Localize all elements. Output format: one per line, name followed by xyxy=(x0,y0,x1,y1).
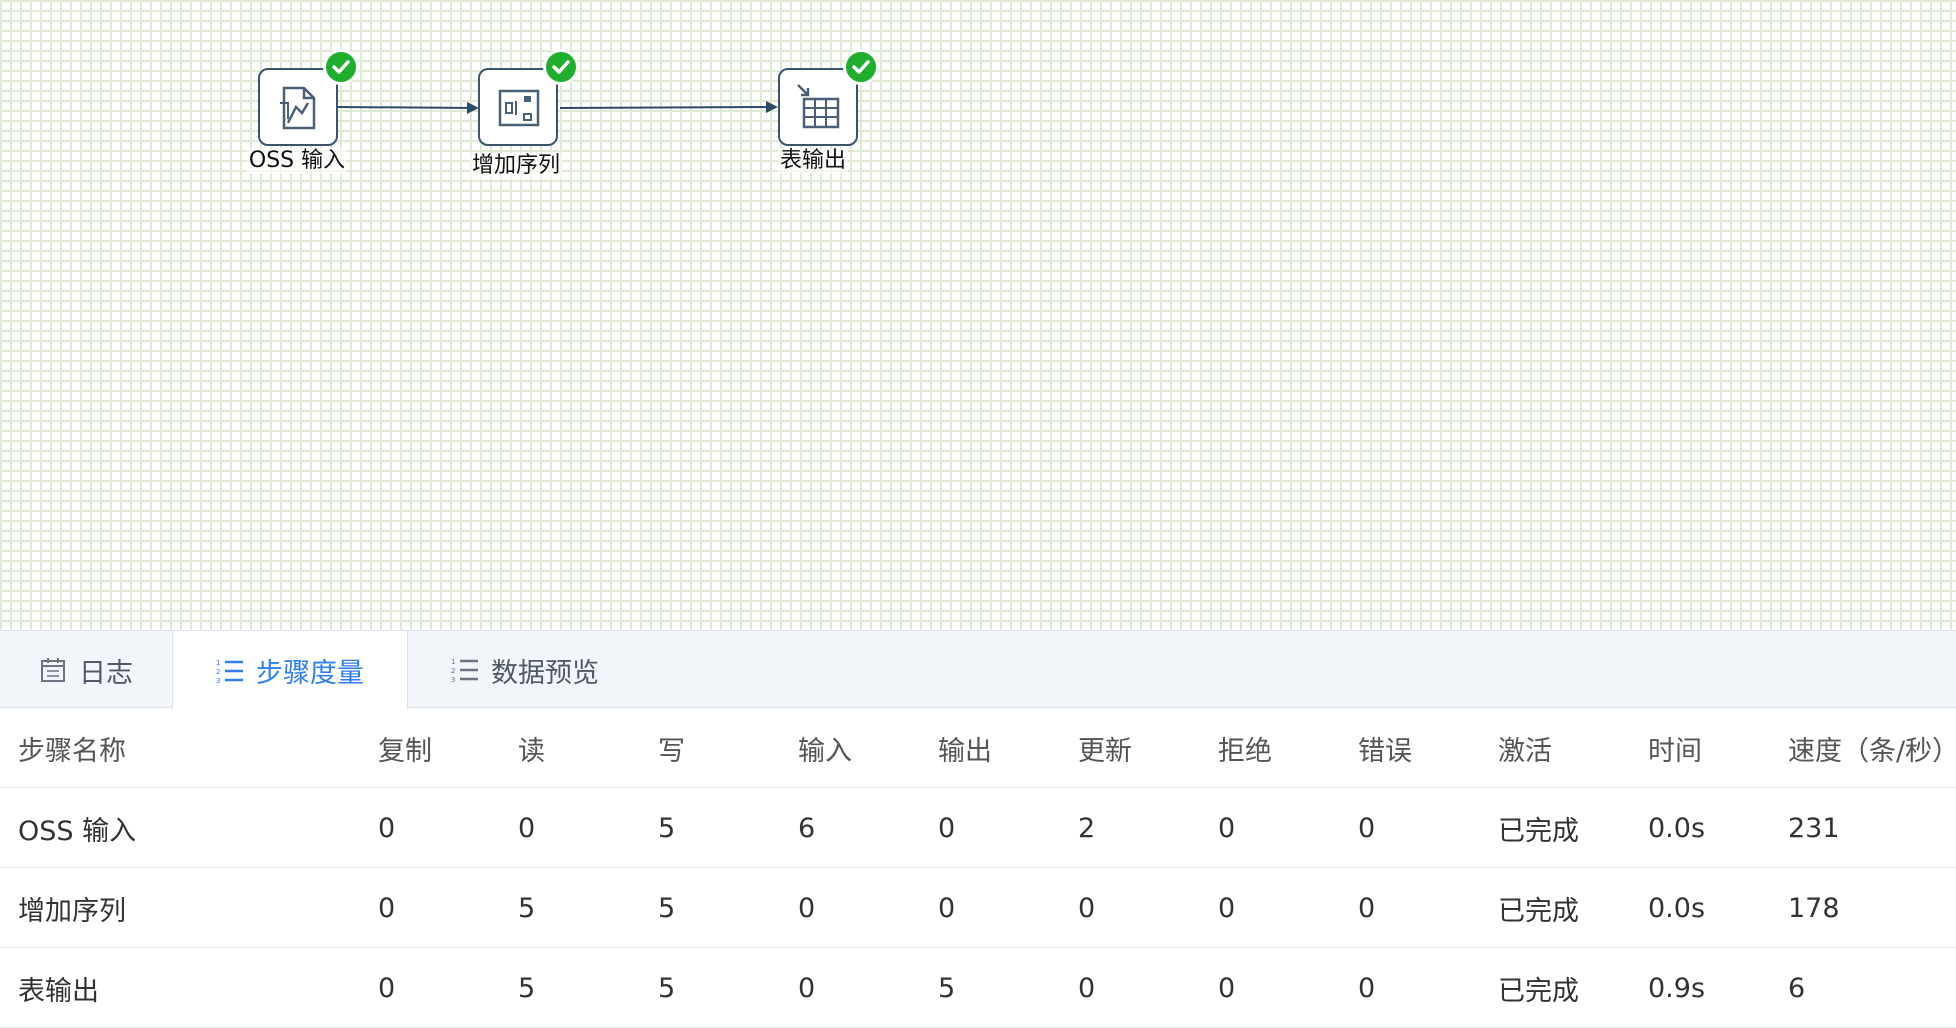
cell-write: 5 xyxy=(658,972,676,1004)
cell-read: 0 xyxy=(518,812,536,844)
svg-text:3: 3 xyxy=(451,676,455,684)
svg-text:1: 1 xyxy=(216,659,220,667)
column-header[interactable]: 拒绝 xyxy=(1218,708,1272,788)
column-header[interactable]: 更新 xyxy=(1078,708,1132,788)
step-label-table-output: 表输出 xyxy=(777,148,849,174)
cell-speed: 231 xyxy=(1788,812,1840,844)
step-metrics-table: 步骤名称 复制 读 写 输入 输出 更新 拒绝 错误 激活 时间 速度（条/秒）… xyxy=(0,708,1956,1028)
tab-step-metrics[interactable]: 1 2 3 步骤度量 xyxy=(172,631,408,710)
tab-data-preview[interactable]: 1 2 3 数据预览 xyxy=(430,631,620,709)
cell-step-name: OSS 输入 xyxy=(18,815,137,847)
cell-errors: 0 xyxy=(1358,892,1376,924)
cell-write: 5 xyxy=(658,812,676,844)
cell-rejected: 0 xyxy=(1218,892,1236,924)
cell-input: 6 xyxy=(798,812,816,844)
tab-step-metrics-label: 步骤度量 xyxy=(256,658,364,689)
cell-speed: 178 xyxy=(1788,892,1840,924)
cell-time: 0.9s xyxy=(1648,972,1706,1004)
cell-errors: 0 xyxy=(1358,972,1376,1004)
cell-input: 0 xyxy=(798,972,816,1004)
numbered-list-icon: 1 2 3 xyxy=(216,659,243,685)
cell-time: 0.0s xyxy=(1648,812,1706,844)
step-node-add-sequence[interactable] xyxy=(478,49,579,146)
table-row[interactable]: 增加序列 0 5 5 0 0 0 0 0 已完成 0.0s 178 xyxy=(0,868,1956,948)
column-header[interactable]: 时间 xyxy=(1648,708,1702,788)
cell-speed: 6 xyxy=(1788,972,1806,1004)
cell-read: 5 xyxy=(518,892,536,924)
table-row[interactable]: OSS 输入 0 0 5 6 0 2 0 0 已完成 0.0s 231 xyxy=(0,788,1956,868)
cell-errors: 0 xyxy=(1358,812,1376,844)
cell-output: 0 xyxy=(938,892,956,924)
column-header[interactable]: 激活 xyxy=(1498,708,1552,788)
cell-update: 0 xyxy=(1078,892,1096,924)
table-header-row: 步骤名称 复制 读 写 输入 输出 更新 拒绝 错误 激活 时间 速度（条/秒） xyxy=(0,708,1956,788)
cell-copy: 0 xyxy=(378,892,396,924)
table-output-icon xyxy=(797,84,840,129)
step-label-add-sequence: 增加序列 xyxy=(469,153,563,179)
cell-active: 已完成 xyxy=(1498,815,1579,847)
cell-copy: 0 xyxy=(378,972,396,1004)
svg-text:3: 3 xyxy=(216,677,220,685)
cell-time: 0.0s xyxy=(1648,892,1706,924)
success-check-icon xyxy=(843,49,879,85)
cell-update: 2 xyxy=(1078,812,1096,844)
column-header[interactable]: 错误 xyxy=(1358,708,1412,788)
column-header[interactable]: 步骤名称 xyxy=(18,708,126,788)
step-node-oss-input[interactable] xyxy=(258,49,359,146)
column-header[interactable]: 输入 xyxy=(798,708,852,788)
calendar-icon xyxy=(41,658,65,682)
step-node-table-output[interactable] xyxy=(778,49,879,146)
success-check-icon xyxy=(543,49,579,85)
svg-text:1: 1 xyxy=(451,658,455,666)
edge-oss-to-seq xyxy=(337,101,479,114)
column-header[interactable]: 复制 xyxy=(378,708,432,788)
sequence-icon xyxy=(498,89,540,127)
cell-input: 0 xyxy=(798,892,816,924)
column-header[interactable]: 输出 xyxy=(938,708,992,788)
step-label-oss-input: OSS 输入 xyxy=(246,148,348,174)
cell-copy: 0 xyxy=(378,812,396,844)
cell-rejected: 0 xyxy=(1218,812,1236,844)
cell-output: 5 xyxy=(938,972,956,1004)
column-header[interactable]: 写 xyxy=(658,708,685,788)
workflow-canvas[interactable]: OSS 输入 增加序列 表输出 xyxy=(0,0,1956,630)
execution-panel: 日志 1 2 3 步骤度量 1 2 3 数据预览 步骤名称 复制 读 写 输入 … xyxy=(0,630,1956,1028)
tab-log-label: 日志 xyxy=(79,657,133,689)
cell-active: 已完成 xyxy=(1498,895,1579,927)
oss-file-icon xyxy=(280,86,316,130)
numbered-list-icon: 1 2 3 xyxy=(451,658,478,684)
cell-output: 0 xyxy=(938,812,956,844)
panel-tabbar: 日志 1 2 3 步骤度量 1 2 3 数据预览 xyxy=(0,630,1956,710)
cell-rejected: 0 xyxy=(1218,972,1236,1004)
column-header[interactable]: 读 xyxy=(518,708,545,788)
success-check-icon xyxy=(323,49,359,85)
table-row[interactable]: 表输出 0 5 5 0 5 0 0 0 已完成 0.9s 6 xyxy=(0,948,1956,1028)
svg-text:2: 2 xyxy=(216,668,220,676)
column-header[interactable]: 速度（条/秒） xyxy=(1788,708,1956,788)
svg-text:2: 2 xyxy=(451,667,455,675)
cell-write: 5 xyxy=(658,892,676,924)
tab-data-preview-label: 数据预览 xyxy=(491,657,599,689)
edge-seq-to-out xyxy=(559,101,778,114)
cell-step-name: 增加序列 xyxy=(18,895,126,927)
tab-log[interactable]: 日志 xyxy=(0,631,172,709)
cell-active: 已完成 xyxy=(1498,975,1579,1007)
cell-step-name: 表输出 xyxy=(18,975,99,1007)
cell-update: 0 xyxy=(1078,972,1096,1004)
cell-read: 5 xyxy=(518,972,536,1004)
